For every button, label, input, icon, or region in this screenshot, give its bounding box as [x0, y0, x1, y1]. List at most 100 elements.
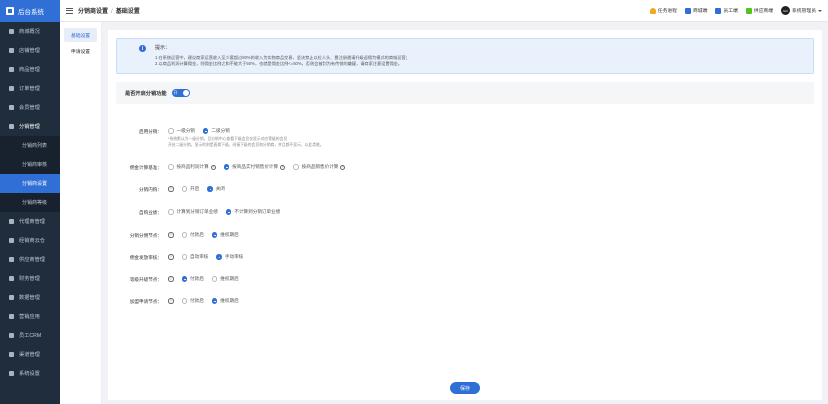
distribution-toggle[interactable]: 开: [171, 89, 190, 97]
save-button[interactable]: 保存: [450, 382, 480, 394]
sidebar-item-finance[interactable]: 财务管理: [0, 269, 60, 288]
form-row-performance: 自购业绩： 计算到分销订单业绩 不计算到分销订单业绩: [108, 209, 288, 216]
radio-performance-no-count[interactable]: 不计算到分销订单业绩: [225, 209, 281, 215]
avatar[interactable]: GO: [781, 6, 790, 15]
help-icon[interactable]: ?: [340, 164, 346, 170]
option-label: 不计算到分销订单业绩: [234, 209, 281, 214]
radio-circle: [181, 276, 187, 282]
user-name[interactable]: 系统管理员: [792, 7, 816, 14]
chevron-down-icon[interactable]: [818, 9, 822, 12]
supplier-side-link[interactable]: 供应商端: [745, 7, 773, 14]
menu-toggle-icon[interactable]: [66, 7, 73, 14]
radio-commission-paid-price[interactable]: 按商品实付销售价计算?: [223, 164, 286, 170]
toggle-knob: [182, 90, 189, 96]
radio-circle: [181, 254, 187, 260]
order-icon: [8, 86, 14, 92]
radio-circle: [211, 232, 218, 238]
radio-commission-profit[interactable]: 按商品利润计算?: [168, 164, 216, 170]
sidebar-item-data[interactable]: 数据管理: [0, 288, 60, 307]
form-row-commission-base: 佣金计算基准： 按商品利润计算? 按商品实付销售价计算? 按商品销售价计算?: [108, 164, 353, 171]
help-icon[interactable]: ?: [168, 186, 174, 192]
sidebar-subitem-distributor-review[interactable]: 分销商审核: [0, 155, 60, 174]
breadcrumb: 分销商设置 / 基础设置: [78, 6, 140, 15]
sidebar-item-label: 营销应用: [19, 314, 40, 320]
staff-side-link[interactable]: 员工端: [715, 7, 738, 14]
channel-icon: [8, 352, 14, 358]
sidebar-item-label: 系统设置: [19, 371, 40, 377]
radio-distribution-after-rights[interactable]: 维权期后: [211, 232, 239, 238]
subnav-item-apply-settings[interactable]: 申请设置: [64, 44, 97, 58]
sidebar-subitem-distributor-levels[interactable]: 分销商等级: [0, 193, 60, 212]
settings-icon: [8, 371, 14, 377]
sidebar-item-shop[interactable]: 店铺管理: [0, 41, 60, 60]
sidebar-subitem-distributor-list[interactable]: 分销商列表: [0, 136, 60, 155]
radio-circle: [181, 298, 187, 304]
help-icon[interactable]: ?: [168, 276, 174, 282]
sidebar-item-overview[interactable]: 商城概况: [0, 22, 60, 41]
sidebar-item-suppliers[interactable]: 供应商管理: [0, 250, 60, 269]
brand-title: 后台系统: [18, 9, 44, 16]
task-progress-label: 任务进程: [657, 9, 677, 14]
join-node-label: 加盟申请节点：: [129, 299, 162, 304]
member-icon: [8, 105, 14, 111]
option-label: 维权期后: [220, 276, 239, 281]
radio-level-one[interactable]: 一级分销: [168, 128, 195, 134]
radio-self-buy-off[interactable]: 关闭: [207, 186, 225, 192]
sidebar: 后台系统 商城概况 店铺管理 商品管理 订单管理 会员管理 分销管理 分销商列表…: [0, 0, 60, 404]
option-label: 自动审核: [190, 254, 209, 259]
sidebar-item-label: 商品管理: [19, 67, 40, 73]
help-icon[interactable]: ?: [168, 298, 174, 304]
radio-review-manual[interactable]: 手动审核: [216, 254, 243, 260]
radio-circle: [216, 254, 222, 260]
help-icon[interactable]: ?: [168, 254, 174, 260]
radio-distribution-after-pay[interactable]: 付款后: [181, 232, 204, 238]
radio-circle: [181, 232, 187, 238]
sidebar-item-label: 分销管理: [19, 124, 40, 130]
mall-side-label: 商城端: [692, 9, 708, 14]
sidebar-item-settings[interactable]: 系统设置: [0, 364, 60, 383]
radio-level-two[interactable]: 二级分销: [202, 128, 230, 134]
help-icon[interactable]: ?: [168, 232, 174, 238]
breadcrumb-parent[interactable]: 分销商设置: [78, 9, 108, 15]
sidebar-item-crm[interactable]: 员工CRM: [0, 326, 60, 345]
radio-performance-count[interactable]: 计算到分销订单业绩: [168, 209, 218, 215]
warehouse-icon: [8, 238, 14, 244]
distribution-switch-bar: 是否开启分销功能 开: [116, 82, 814, 104]
sidebar-item-orders[interactable]: 订单管理: [0, 79, 60, 98]
sidebar-item-marketing[interactable]: 营销应用: [0, 307, 60, 326]
option-label: 按商品利润计算: [176, 164, 209, 169]
form-row-distribution-node: 分销分佣节点： ? 付款后 维权期后: [108, 232, 247, 239]
radio-join-after-rights[interactable]: 维权期后: [211, 298, 239, 304]
subnav-item-basic-settings[interactable]: 基础设置: [64, 28, 97, 42]
sidebar-item-label: 数据管理: [19, 295, 40, 301]
sidebar-item-distribution[interactable]: 分销管理: [0, 117, 60, 136]
radio-self-buy-on[interactable]: 开启: [181, 186, 199, 192]
radio-join-after-pay[interactable]: 付款后: [181, 298, 204, 304]
form-row-commission-review: 佣金发放审核： ? 自动审核 手动审核: [108, 254, 251, 261]
task-progress-link[interactable]: 任务进程: [649, 7, 677, 14]
radio-review-auto[interactable]: 自动审核: [181, 254, 209, 260]
brand[interactable]: 后台系统: [0, 0, 60, 22]
option-label: 付款后: [190, 298, 204, 303]
help-icon[interactable]: ?: [280, 164, 286, 170]
tip-line: 2.以商品利润计算佣金，则佣金比例之和不能大于50%，也就是佣金比例<=50%，…: [155, 61, 403, 66]
staff-icon: [715, 7, 722, 14]
option-label: 一级分销: [176, 128, 195, 133]
self-buy-label: 分销内购：: [139, 187, 162, 192]
radio-upgrade-after-rights[interactable]: 维权期后: [211, 276, 239, 282]
mall-side-link[interactable]: 商城端: [684, 7, 708, 14]
upgrade-node-label: 等级升级节点：: [129, 277, 162, 282]
radio-commission-sale-price[interactable]: 按商品销售价计算?: [293, 164, 346, 170]
breadcrumb-current: 基础设置: [115, 9, 140, 15]
sidebar-subitem-distributor-settings[interactable]: 分销商设置: [0, 174, 60, 193]
sidebar-item-warehouse[interactable]: 经销商云仓: [0, 231, 60, 250]
distribution-node-label: 分销分佣节点：: [129, 233, 162, 238]
sidebar-item-agents[interactable]: 代理商管理: [0, 212, 60, 231]
radio-upgrade-after-pay[interactable]: 付款后: [181, 276, 204, 282]
sidebar-item-goods[interactable]: 商品管理: [0, 60, 60, 79]
shop-icon: [8, 48, 14, 54]
sidebar-item-members[interactable]: 会员管理: [0, 98, 60, 117]
sidebar-item-channels[interactable]: 渠道管理: [0, 345, 60, 364]
help-icon[interactable]: ?: [210, 164, 216, 170]
radio-circle: [293, 164, 299, 170]
